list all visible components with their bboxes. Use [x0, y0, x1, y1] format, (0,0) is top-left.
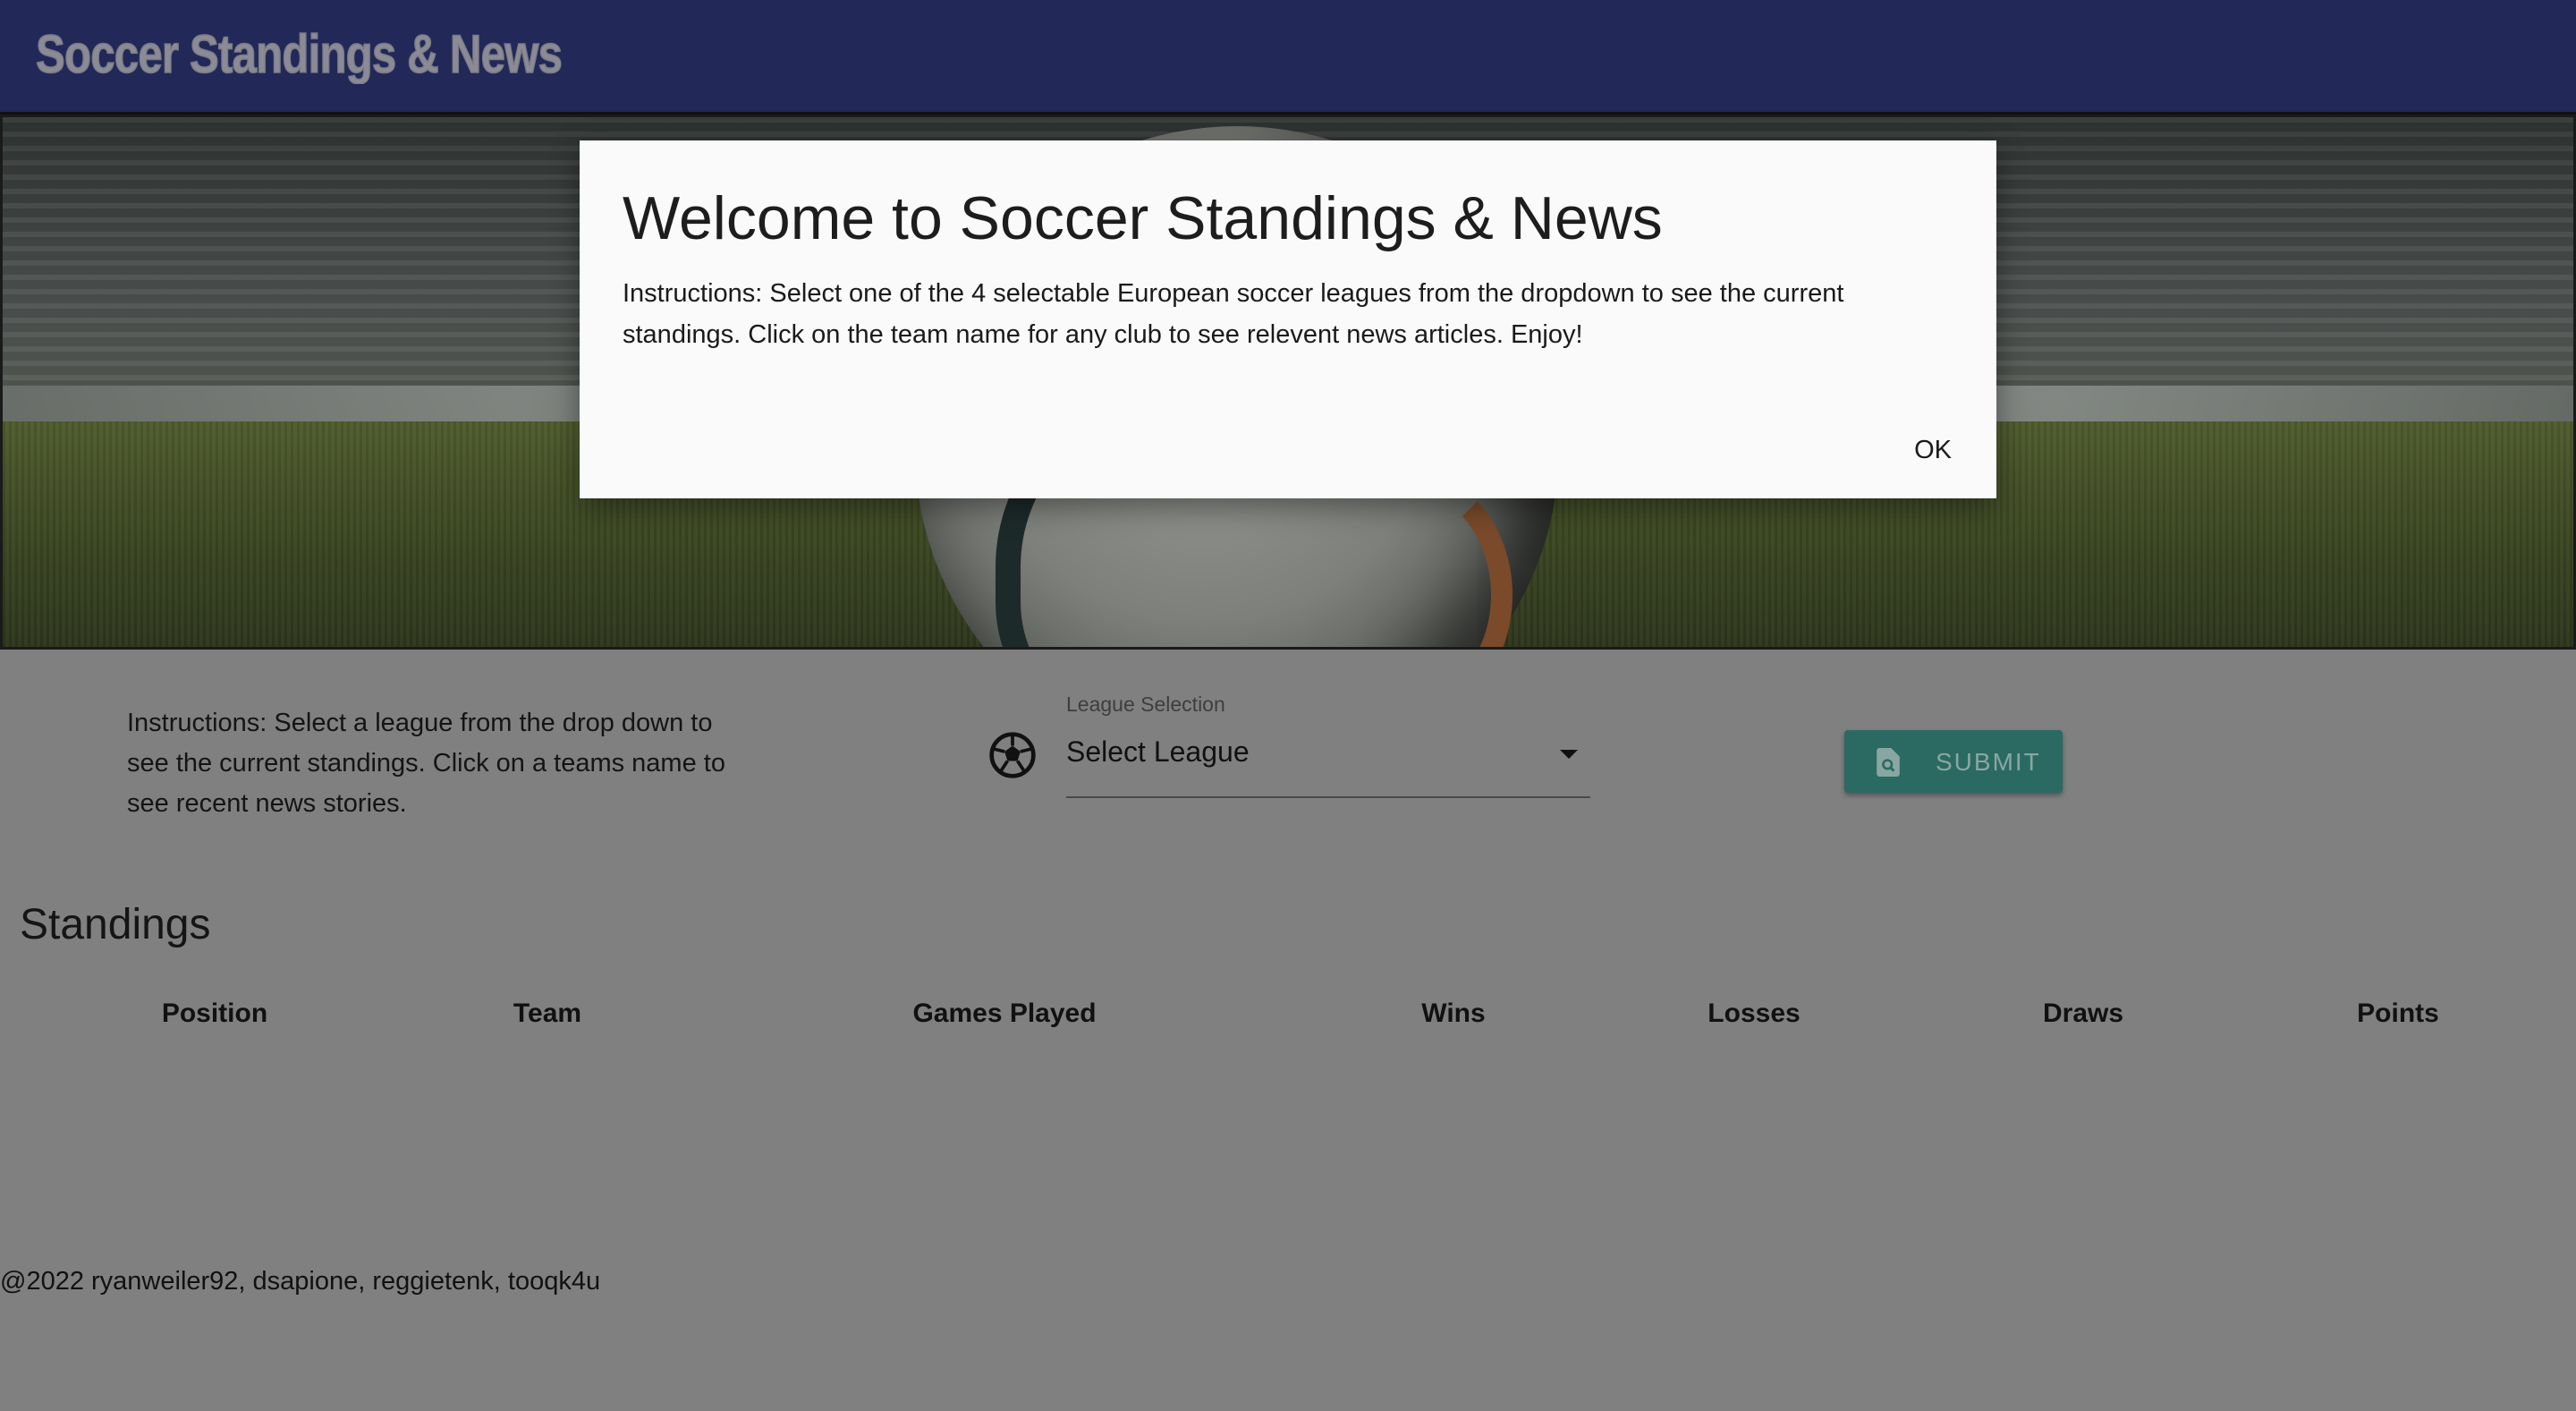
column-header-wins: Wins	[1421, 999, 1486, 1028]
submit-button[interactable]: SUBMIT	[1844, 730, 2063, 793]
chevron-down-icon[interactable]	[1560, 750, 1578, 759]
dialog-title: Welcome to Soccer Standings & News	[623, 184, 1663, 252]
column-header-points: Points	[2357, 999, 2439, 1028]
footer-credits: @2022 ryanweiler92, dsapione, reggietenk…	[0, 1267, 601, 1296]
welcome-dialog: Welcome to Soccer Standings & News Instr…	[580, 140, 1996, 498]
column-header-losses: Losses	[1707, 999, 1801, 1028]
standings-heading: Standings	[20, 901, 211, 948]
dialog-body: Instructions: Select one of the 4 select…	[623, 279, 1844, 349]
ok-button[interactable]: OK	[1909, 432, 1957, 469]
submit-button-label: SUBMIT	[1936, 748, 2041, 776]
league-select-value[interactable]: Select League	[1066, 735, 1250, 769]
column-header-games-played: Games Played	[912, 999, 1097, 1028]
league-select[interactable]: League Selection Select League	[1066, 687, 1590, 798]
soccer-ball-icon	[989, 732, 1036, 778]
top-app-bar: Soccer Standings & News	[0, 0, 2576, 115]
column-header-draws: Draws	[2042, 999, 2124, 1028]
league-select-label: League Selection	[1066, 693, 1225, 716]
column-header-position: Position	[161, 999, 268, 1028]
site-title: Soccer Standings & News	[35, 23, 563, 85]
page-instructions: Instructions: Select a league from the d…	[127, 709, 725, 818]
column-header-team: Team	[513, 999, 582, 1028]
search-document-icon	[1877, 748, 1900, 777]
